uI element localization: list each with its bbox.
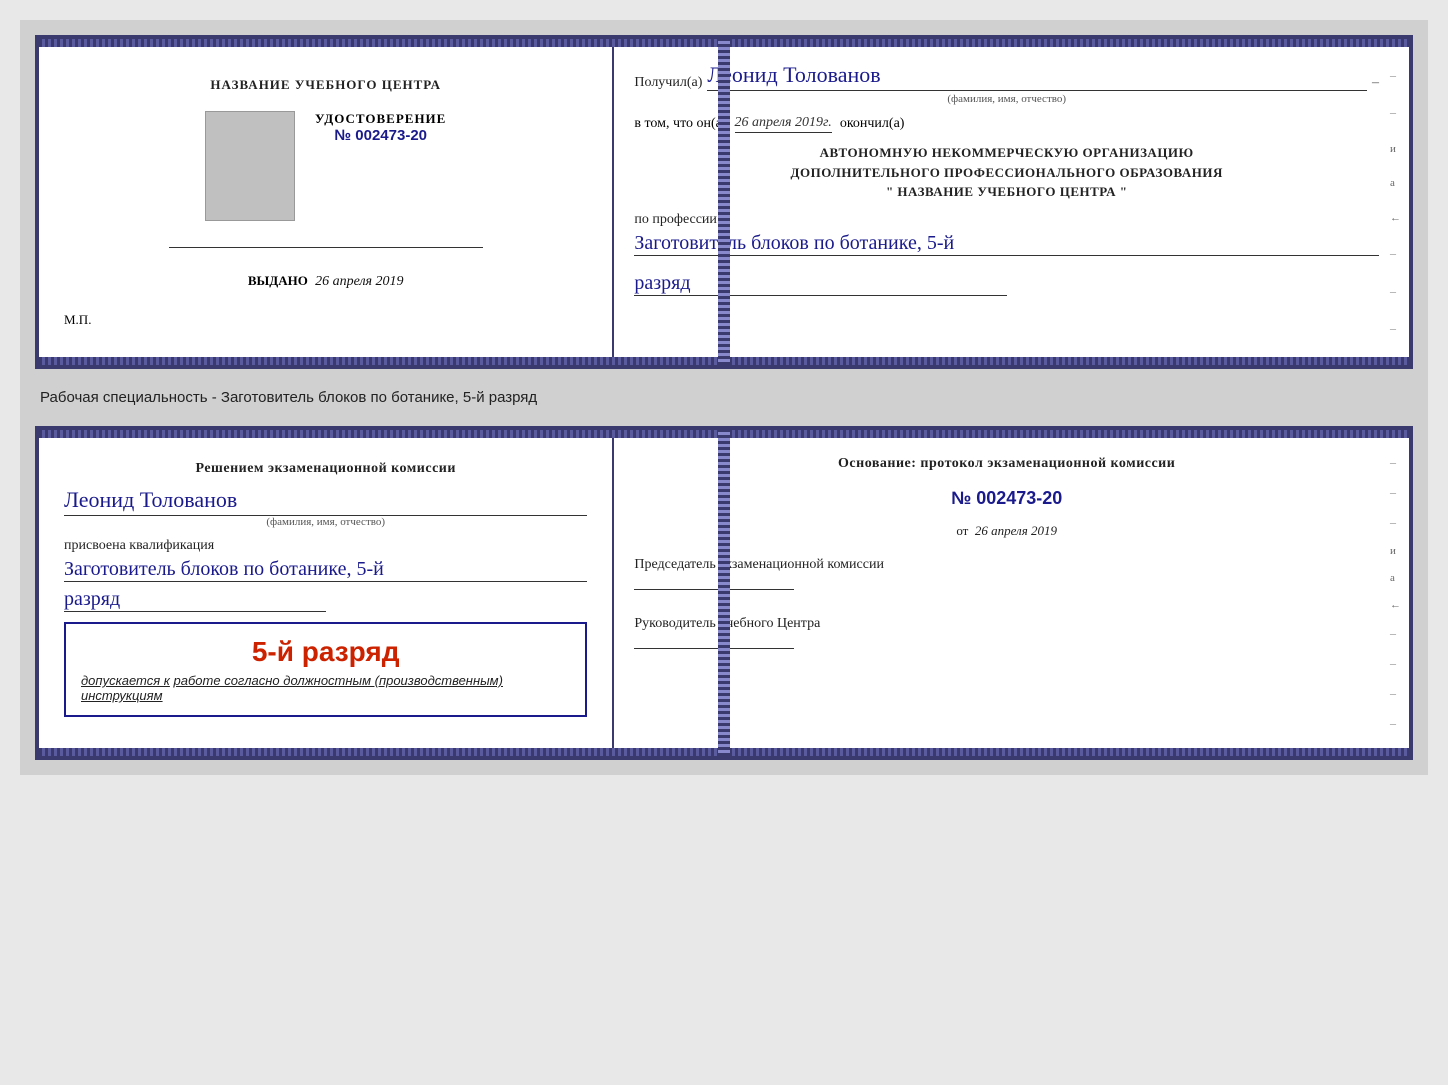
card1-left: НАЗВАНИЕ УЧЕБНОГО ЦЕНТРА УДОСТОВЕРЕНИЕ №… <box>39 47 614 357</box>
margin-decorations: – – и а ← – – – <box>1390 59 1401 345</box>
recipient-name: Леонид Толованов <box>707 62 1367 91</box>
director-block: Руководитель учебного Центра <box>634 613 1379 658</box>
fio-hint-2: (фамилия, имя, отчество) <box>64 516 587 528</box>
from-date: 26 апреля 2019 <box>975 523 1057 538</box>
margin-decorations-2: – – – и а ← – – – – <box>1390 450 1401 736</box>
date-line: в том, что он(а) 26 апреля 2019г. окончи… <box>634 115 1379 133</box>
card2-right: Основание: протокол экзаменационной коми… <box>614 438 1409 748</box>
rank-box: 5-й разряд допускается к работе согласно… <box>64 622 587 717</box>
issued-label: Выдано <box>248 273 308 288</box>
decision-text: Решением экзаменационной комиссии <box>64 458 587 479</box>
basis-num: № 002473-20 <box>634 488 1379 509</box>
date-suffix: окончил(а) <box>840 116 905 132</box>
allowed-prefix: допускается к <box>81 673 170 688</box>
issued-block: Выдано 26 апреля 2019 <box>248 273 404 290</box>
profession-block: по профессии Заготовитель блоков по бота… <box>634 212 1379 256</box>
card1-inner: НАЗВАНИЕ УЧЕБНОГО ЦЕНТРА УДОСТОВЕРЕНИЕ №… <box>39 47 1409 357</box>
qualification-text: присвоена квалификация <box>64 538 587 554</box>
page-wrapper: НАЗВАНИЕ УЧЕБНОГО ЦЕНТРА УДОСТОВЕРЕНИЕ №… <box>20 20 1428 775</box>
card2-left: Решением экзаменационной комиссии Леонид… <box>39 438 614 748</box>
cert-number: 002473-20 <box>355 127 427 144</box>
cert-number-block: УДОСТОВЕРЕНИЕ № 002473-20 <box>315 111 446 144</box>
document-card-1: НАЗВАНИЕ УЧЕБНОГО ЦЕНТРА УДОСТОВЕРЕНИЕ №… <box>35 35 1413 369</box>
institution-line2: ДОПОЛНИТЕЛЬНОГО ПРОФЕССИОНАЛЬНОГО ОБРАЗО… <box>634 163 1379 183</box>
institution-block: АВТОНОМНУЮ НЕКОММЕРЧЕСКУЮ ОРГАНИЗАЦИЮ ДО… <box>634 143 1379 202</box>
basis-title: Основание: протокол экзаменационной коми… <box>634 453 1379 474</box>
recipient-section-2: Леонид Толованов (фамилия, имя, отчество… <box>64 487 587 528</box>
mp-label: М.П. <box>64 312 91 328</box>
recipient-name-2: Леонид Толованов <box>64 487 587 516</box>
issued-date: 26 апреля 2019 <box>315 274 403 289</box>
protocol-number: 002473-20 <box>976 488 1062 508</box>
rank-block: разряд <box>634 266 1379 296</box>
date-prefix: в том, что он(а) <box>634 116 726 132</box>
specialty-label: Рабочая специальность - Заготовитель бло… <box>35 381 1413 414</box>
card1-right: Получил(а) Леонид Толованов – (фамилия, … <box>614 47 1409 357</box>
from-prefix: от <box>956 523 968 538</box>
institution-line1: АВТОНОМНУЮ НЕКОММЕРЧЕСКУЮ ОРГАНИЗАЦИЮ <box>634 143 1379 163</box>
profession-block-2: Заготовитель блоков по ботанике, 5-й <box>64 558 587 582</box>
institution-line3: " НАЗВАНИЕ УЧЕБНОГО ЦЕНТРА " <box>634 182 1379 202</box>
profession-label: по профессии <box>634 212 717 227</box>
profession-value: Заготовитель блоков по ботанике, 5-й <box>634 232 1379 256</box>
chairman-signature-line <box>634 589 794 590</box>
chairman-block: Председатель экзаменационной комиссии <box>634 554 1379 599</box>
date-value: 26 апреля 2019г. <box>735 115 832 133</box>
rank-value: разряд <box>634 272 1006 296</box>
rank-allowed: допускается к работе согласно должностны… <box>81 673 570 703</box>
received-label: Получил(а) <box>634 75 702 91</box>
rank-value-2: разряд <box>64 588 326 612</box>
rank-block-2: разряд <box>64 588 587 612</box>
learning-center-title: НАЗВАНИЕ УЧЕБНОГО ЦЕНТРА <box>210 76 441 94</box>
card2-inner: Решением экзаменационной комиссии Леонид… <box>39 438 1409 748</box>
rank-big-text: 5-й разряд <box>81 636 570 668</box>
cert-prefix: № <box>334 127 351 144</box>
chairman-label: Председатель экзаменационной комиссии <box>634 554 1379 576</box>
spine-divider-2 <box>718 430 730 756</box>
basis-date: от 26 апреля 2019 <box>634 523 1379 540</box>
fio-hint: (фамилия, имя, отчество) <box>634 93 1379 105</box>
document-card-2: Решением экзаменационной комиссии Леонид… <box>35 426 1413 760</box>
protocol-prefix: № <box>951 488 971 508</box>
photo-placeholder <box>205 111 295 221</box>
spine-divider <box>718 39 730 365</box>
received-section: Получил(а) Леонид Толованов – (фамилия, … <box>634 62 1379 105</box>
cert-label: УДОСТОВЕРЕНИЕ <box>315 111 446 127</box>
director-label: Руководитель учебного Центра <box>634 613 1379 635</box>
director-signature-line <box>634 648 794 649</box>
profession-value-2: Заготовитель блоков по ботанике, 5-й <box>64 558 587 582</box>
